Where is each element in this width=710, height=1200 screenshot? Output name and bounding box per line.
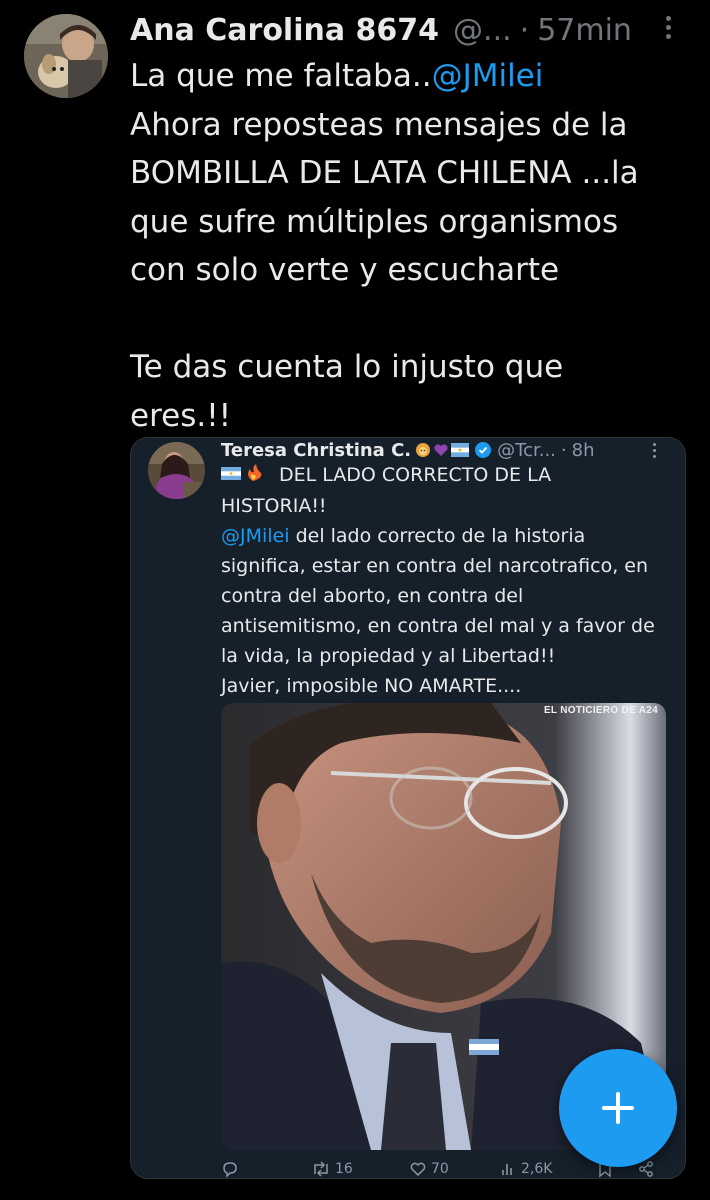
tweet-text-start: La que me faltaba.. bbox=[130, 58, 432, 94]
repost-count: 16 bbox=[335, 1161, 353, 1177]
more-vertical-icon[interactable] bbox=[664, 12, 672, 44]
reply-icon bbox=[223, 1162, 237, 1178]
separator-dot: · bbox=[519, 12, 530, 48]
flag-fire-emojis bbox=[221, 461, 265, 491]
quoted-reply bbox=[221, 1160, 243, 1178]
plus-icon bbox=[602, 1092, 634, 1124]
display-name[interactable]: Ana Carolina 8674 bbox=[130, 13, 439, 48]
mention-link[interactable]: @JMilei bbox=[432, 58, 544, 94]
quoted-header: Teresa Christina C. @Tcr... · 8h bbox=[221, 438, 671, 462]
quoted-timestamp: 8h bbox=[571, 439, 595, 461]
argentina-flag-fire-icon bbox=[221, 463, 262, 481]
argentina-flag-icon bbox=[451, 443, 470, 457]
media-watermark: EL NOTICIERO DE A24 bbox=[543, 705, 658, 716]
views-icon bbox=[502, 1164, 512, 1175]
like-count: 70 bbox=[431, 1161, 449, 1177]
quoted-avatar bbox=[148, 442, 205, 499]
quoted-display-name: Teresa Christina C. bbox=[221, 439, 412, 461]
name-emojis bbox=[415, 442, 470, 458]
verified-badge-icon bbox=[475, 442, 492, 458]
heart-icon bbox=[410, 1162, 426, 1177]
tweet-text-rest: Ahora reposteas mensajes de la BOMBILLA … bbox=[130, 106, 639, 434]
quoted-handle: @Tcr... bbox=[497, 439, 556, 461]
quoted-avatar-photo bbox=[148, 442, 205, 499]
quoted-like: 70 bbox=[409, 1160, 449, 1178]
repost-icon bbox=[314, 1161, 328, 1177]
quoted-views: 2,6K bbox=[499, 1160, 552, 1178]
tweet-header: Ana Carolina 8674 @... · 57min bbox=[130, 8, 690, 52]
tweet-text: La que me faltaba..@JMilei Ahora reposte… bbox=[130, 52, 690, 440]
quoted-repost: 16 bbox=[311, 1160, 353, 1178]
quoted-body: del lado correcto de la historia signifi… bbox=[221, 524, 655, 697]
quoted-separator: · bbox=[560, 439, 567, 461]
compose-button[interactable] bbox=[559, 1049, 677, 1167]
avatar-photo bbox=[24, 14, 108, 98]
quoted-more-icon bbox=[651, 440, 657, 462]
quoted-text: DEL LADO CORRECTO DE LA HISTORIA!! @JMil… bbox=[221, 460, 671, 701]
tweet[interactable]: Ana Carolina 8674 @... · 57min La que me… bbox=[0, 0, 710, 1200]
views-count: 2,6K bbox=[521, 1161, 553, 1177]
lion-emoji-icon bbox=[416, 443, 431, 457]
quoted-headline: DEL LADO CORRECTO DE LA HISTORIA!! bbox=[221, 464, 552, 517]
user-handle[interactable]: @... bbox=[453, 13, 512, 48]
quoted-mention-link: @JMilei bbox=[221, 524, 290, 547]
purple-heart-icon bbox=[434, 444, 448, 456]
avatar[interactable] bbox=[24, 14, 108, 98]
timestamp[interactable]: 57min bbox=[537, 13, 632, 48]
